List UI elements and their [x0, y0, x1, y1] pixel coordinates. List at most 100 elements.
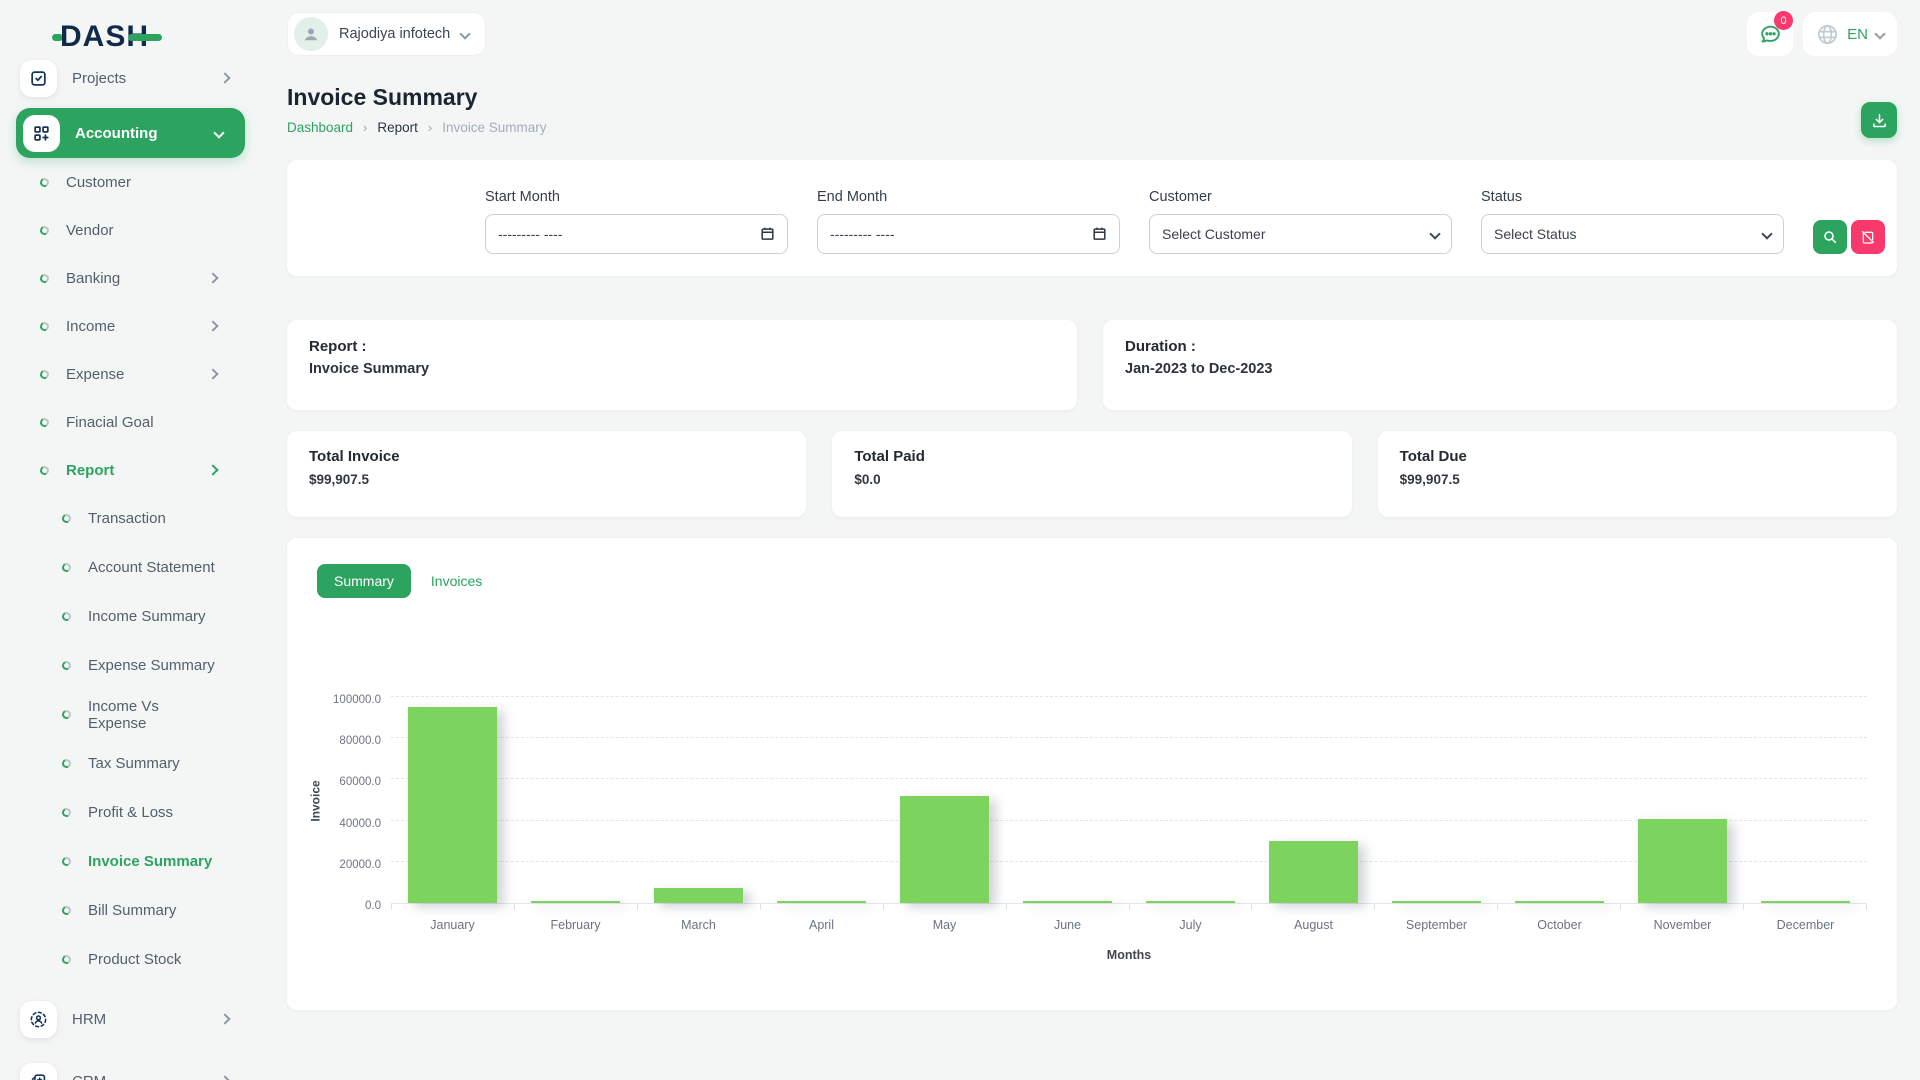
sidebar-item-product-stock[interactable]: Product Stock	[0, 935, 257, 984]
tab-invoices[interactable]: Invoices	[431, 573, 482, 589]
x-axis-tick-label: April	[760, 918, 883, 932]
bar-column-january	[391, 698, 514, 903]
x-axis-labels: JanuaryFebruaryMarchAprilMayJuneJulyAugu…	[391, 918, 1867, 932]
crm-icon	[20, 1063, 57, 1080]
end-month-label: End Month	[817, 189, 1120, 205]
messages-button[interactable]: 0	[1747, 12, 1793, 56]
total-card-total-paid: Total Paid$0.0	[832, 431, 1351, 517]
topbar: Rajodiya infotech 0 EN	[287, 0, 1897, 58]
x-axis-tick-label: February	[514, 918, 637, 932]
bar-january	[408, 707, 497, 903]
sidebar-item-expense-summary[interactable]: Expense Summary	[0, 641, 257, 690]
language-selector[interactable]: EN	[1803, 12, 1897, 56]
calendar-icon	[1092, 226, 1107, 241]
bar-december	[1761, 901, 1850, 903]
bar-november	[1638, 819, 1727, 903]
bullet-icon	[61, 660, 72, 671]
sidebar-item-invoice-summary[interactable]: Invoice Summary	[0, 837, 257, 886]
sidebar-item-hrm[interactable]: HRM	[0, 992, 257, 1046]
sidebar-item-label: Income	[66, 318, 209, 335]
bar-column-october	[1498, 698, 1621, 903]
sidebar-item-label: Vendor	[66, 222, 217, 239]
bar-april	[777, 901, 866, 903]
sidebar-item-label: Invoice Summary	[88, 853, 217, 870]
customer-field-group: Customer Select Customer	[1149, 189, 1452, 254]
globe-icon	[1816, 23, 1839, 46]
bar-column-september	[1375, 698, 1498, 903]
x-axis-tick-label: June	[1006, 918, 1129, 932]
x-tick	[1006, 904, 1129, 910]
sidebar-item-vendor[interactable]: Vendor	[0, 206, 257, 254]
bar-column-november	[1621, 698, 1744, 903]
y-axis-tick-label: 20000.0	[339, 859, 381, 871]
calendar-icon	[760, 226, 775, 241]
end-month-input[interactable]: --------- ----	[817, 214, 1120, 254]
x-axis-tick-label: August	[1252, 918, 1375, 932]
sidebar-item-report[interactable]: Report	[0, 446, 257, 494]
sidebar-item-accounting[interactable]: Accounting	[16, 108, 245, 158]
y-axis-tick-label: 100000.0	[333, 694, 381, 706]
sidebar-item-banking[interactable]: Banking	[0, 254, 257, 302]
sidebar-item-finacial-goal[interactable]: Finacial Goal	[0, 398, 257, 446]
bullet-icon	[61, 513, 72, 524]
filter-bar: Start Month --------- ---- End Month ---…	[287, 160, 1897, 276]
sidebar-item-label: Projects	[72, 70, 221, 87]
sidebar-item-income-vs-expense[interactable]: Income Vs Expense	[0, 690, 257, 739]
status-select[interactable]: Select Status	[1481, 214, 1784, 254]
reset-filter-button[interactable]	[1851, 220, 1885, 254]
breadcrumb-report[interactable]: Report	[377, 120, 418, 135]
sidebar-item-expense[interactable]: Expense	[0, 350, 257, 398]
y-axis-tick-label: 60000.0	[339, 776, 381, 788]
x-axis-ticks	[391, 904, 1867, 910]
sidebar-item-transaction[interactable]: Transaction	[0, 494, 257, 543]
x-tick	[760, 904, 883, 910]
bar-column-december	[1744, 698, 1867, 903]
plot-area	[391, 698, 1867, 904]
bullet-icon	[61, 611, 72, 622]
start-month-field-group: Start Month --------- ----	[485, 189, 788, 254]
bullet-icon	[39, 320, 50, 331]
breadcrumb-dashboard[interactable]: Dashboard	[287, 120, 353, 135]
sidebar-item-projects[interactable]: Projects	[0, 56, 257, 100]
x-axis-tick-label: October	[1498, 918, 1621, 932]
bullet-icon	[39, 272, 50, 283]
sidebar-item-bill-summary[interactable]: Bill Summary	[0, 886, 257, 935]
total-card-label: Total Due	[1400, 448, 1875, 465]
topbar-actions: 0 EN	[1747, 12, 1897, 56]
total-card-value: $99,907.5	[309, 472, 784, 487]
logo-accent-dash	[128, 34, 162, 41]
download-button[interactable]	[1861, 102, 1897, 138]
sidebar-item-tax-summary[interactable]: Tax Summary	[0, 739, 257, 788]
chevron-right-icon	[219, 1075, 230, 1080]
y-axis-labels: 0.020000.040000.060000.080000.0100000.0	[317, 698, 391, 904]
sidebar-item-customer[interactable]: Customer	[0, 158, 257, 206]
totals-row: Total Invoice $99,907.5 Total Paid$0.0 Tota…	[287, 431, 1897, 517]
total-card-label: Total Invoice	[309, 448, 784, 465]
bullet-icon	[61, 856, 72, 867]
search-button[interactable]	[1813, 220, 1847, 254]
sidebar-item-income-summary[interactable]: Income Summary	[0, 592, 257, 641]
total-card-total-invoice: Total Invoice $99,907.5	[287, 431, 806, 517]
bullet-icon	[39, 464, 50, 475]
x-axis-tick-label: September	[1375, 918, 1498, 932]
x-tick	[1743, 904, 1867, 910]
bar-october	[1515, 901, 1604, 903]
start-month-input[interactable]: --------- ----	[485, 214, 788, 254]
bullet-icon	[61, 709, 72, 720]
sidebar-item-label: Finacial Goal	[66, 414, 217, 431]
language-code: EN	[1847, 26, 1868, 43]
page-title: Invoice Summary	[287, 84, 1897, 111]
hrm-icon	[20, 1001, 57, 1038]
chevron-right-icon	[207, 464, 218, 475]
customer-select[interactable]: Select Customer	[1149, 214, 1452, 254]
workspace-selector[interactable]: Rajodiya infotech	[287, 12, 486, 56]
x-tick	[1620, 904, 1743, 910]
sidebar-item-income[interactable]: Income	[0, 302, 257, 350]
sidebar-item-account-statement[interactable]: Account Statement	[0, 543, 257, 592]
tab-summary[interactable]: Summary	[317, 564, 411, 598]
sidebar-item-profit-loss[interactable]: Profit & Loss	[0, 788, 257, 837]
chart-card: Summary Invoices Invoice 0.020000.040000…	[287, 538, 1897, 1010]
sidebar-item-crm[interactable]: CRM	[0, 1054, 257, 1080]
end-month-field-group: End Month --------- ----	[817, 189, 1120, 254]
bullet-icon	[61, 954, 72, 965]
